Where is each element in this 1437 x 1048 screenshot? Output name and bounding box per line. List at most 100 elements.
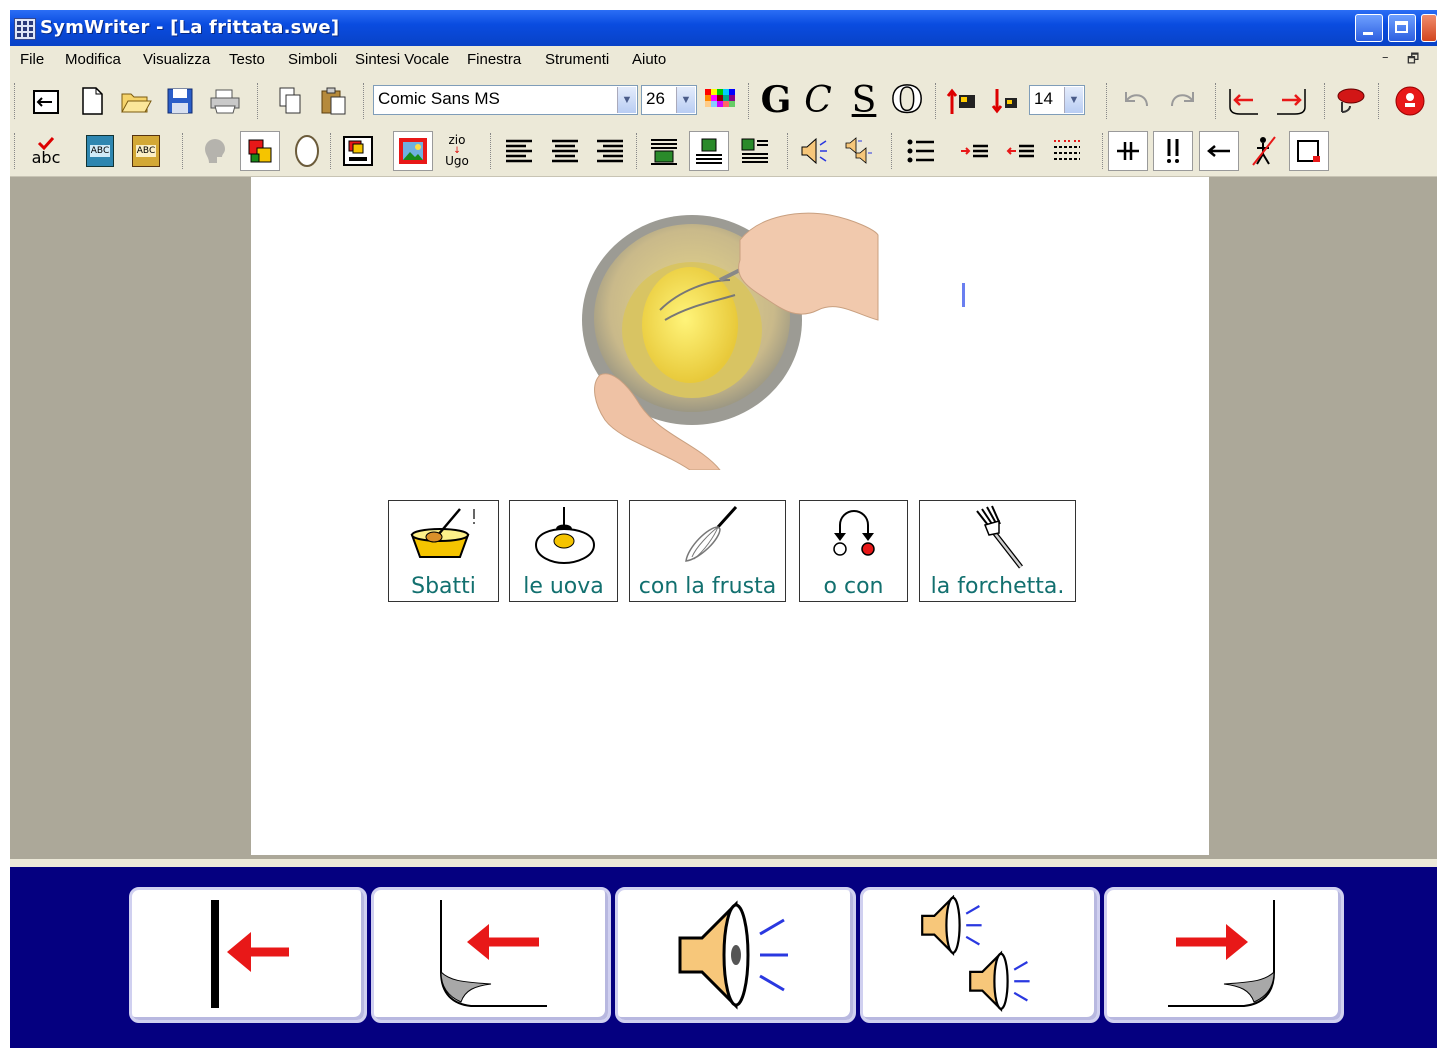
toolbar-grip[interactable] [14, 133, 18, 169]
menu-finestra[interactable]: Finestra [467, 51, 521, 68]
toolbar-grip[interactable] [1324, 83, 1328, 119]
menu-strumenti[interactable]: Strumenti [545, 51, 609, 68]
font-size-select[interactable]: 26 ▼ [641, 85, 697, 115]
toolbar-grip[interactable] [636, 133, 640, 169]
oval-frame-icon[interactable] [287, 131, 327, 171]
print-icon[interactable] [205, 81, 245, 121]
picture-icon [399, 138, 427, 164]
close-button[interactable] [1421, 14, 1437, 42]
numbered-list-icon[interactable] [1047, 131, 1087, 171]
exclamation-button[interactable] [1153, 131, 1193, 171]
decrease-symbol-size-icon[interactable] [987, 81, 1027, 121]
maximize-button[interactable] [1388, 14, 1416, 42]
outline-button[interactable]: O [887, 78, 927, 122]
chevron-down-icon[interactable]: ▼ [1064, 87, 1083, 113]
ugo-label: Ugo [445, 154, 469, 168]
whisking-eggs-photo[interactable] [580, 200, 880, 471]
frame-toggle-button[interactable] [1289, 131, 1329, 171]
menu-testo[interactable]: Testo [229, 51, 265, 68]
picture-right-icon[interactable] [735, 131, 775, 171]
toolbar-grip[interactable] [891, 133, 895, 169]
underline-button[interactable]: S [844, 80, 884, 121]
speak-word-icon[interactable] [795, 131, 835, 171]
go-to-start-button[interactable] [129, 887, 367, 1023]
symbol-cell-la-forchetta[interactable]: la forchetta. [919, 500, 1076, 602]
menu-sintesi-vocale[interactable]: Sintesi Vocale [355, 51, 449, 68]
speaking-head-icon[interactable] [195, 131, 235, 171]
symbol-cell-le-uova[interactable]: le uova [509, 500, 618, 602]
minimize-button[interactable] [1355, 14, 1383, 42]
or-icon [832, 510, 875, 556]
mdi-minimize-icon[interactable]: – [1382, 50, 1389, 65]
speak-sentence-icon[interactable] [840, 131, 880, 171]
exclamation-icon [1167, 139, 1179, 163]
align-center-icon[interactable] [545, 131, 585, 171]
text-case-button[interactable]: zio ↓ Ugo [437, 131, 477, 171]
toolbar-grip[interactable] [1215, 83, 1219, 119]
next-line-button[interactable] [1104, 887, 1344, 1023]
menu-file[interactable]: File [20, 51, 44, 68]
open-folder-icon[interactable] [116, 81, 156, 121]
symbol-dictionary-button[interactable]: ABC [80, 131, 120, 171]
toolbar-grip[interactable] [14, 83, 18, 119]
save-icon[interactable] [160, 81, 200, 121]
symbol-cell-sbatti[interactable]: Sbatti [388, 500, 499, 602]
back-arrow-button[interactable] [1199, 131, 1239, 171]
no-symbol-icon[interactable] [1244, 131, 1284, 171]
menu-visualizza[interactable]: Visualizza [143, 51, 210, 68]
next-line-icon[interactable] [1272, 81, 1312, 121]
symbol-color-button[interactable] [240, 131, 280, 171]
speak-button[interactable] [615, 887, 856, 1023]
menu-modifica[interactable]: Modifica [65, 51, 121, 68]
symbol-size-select[interactable]: 14 ▼ [1029, 85, 1085, 115]
app-icon[interactable] [14, 18, 36, 40]
previous-line-button[interactable] [371, 887, 611, 1023]
picture-frame-button[interactable] [393, 131, 433, 171]
toolbar-grip[interactable] [363, 83, 367, 119]
symbol-cell-con-la-frusta[interactable]: con la frusta [629, 500, 786, 602]
outdent-icon[interactable] [1001, 131, 1041, 171]
toolbar-grip[interactable] [1102, 133, 1106, 169]
toolbar-grip[interactable] [787, 133, 791, 169]
symbol-frame-icon[interactable] [338, 131, 378, 171]
symbol-cell-o-con[interactable]: o con [799, 500, 908, 602]
italic-button[interactable]: C [798, 80, 838, 121]
edit-mode-icon[interactable] [1390, 81, 1430, 121]
menu-aiuto[interactable]: Aiuto [632, 51, 666, 68]
toolbar-grip[interactable] [330, 133, 334, 169]
exit-icon[interactable] [26, 81, 66, 121]
chevron-down-icon[interactable]: ▼ [617, 87, 636, 113]
speech-bubble-icon[interactable] [1330, 81, 1370, 121]
font-name-select[interactable]: Comic Sans MS ▼ [373, 85, 638, 115]
new-document-icon[interactable] [72, 81, 112, 121]
picture-above-text-icon[interactable] [644, 131, 684, 171]
redo-icon[interactable] [1163, 81, 1203, 121]
increase-symbol-size-icon[interactable] [942, 81, 982, 121]
toolbar-grip[interactable] [1378, 83, 1382, 119]
wordlist-button[interactable]: ABC [126, 131, 166, 171]
picture-inline-button[interactable] [689, 131, 729, 171]
menu-simboli[interactable]: Simboli [288, 51, 337, 68]
toolbar-grip[interactable] [1106, 83, 1110, 119]
copy-icon[interactable] [270, 81, 310, 121]
panel-splitter[interactable] [10, 859, 1437, 867]
add-symbol-button[interactable] [1108, 131, 1148, 171]
toolbar-grip[interactable] [748, 83, 752, 119]
spellcheck-button[interactable]: abc [26, 131, 66, 171]
mdi-restore-icon[interactable]: 🗗 [1407, 50, 1419, 72]
color-palette-icon[interactable] [700, 81, 740, 121]
toolbar-grip[interactable] [935, 83, 939, 119]
align-left-icon[interactable] [499, 131, 539, 171]
toolbar-grip[interactable] [257, 83, 261, 119]
bullet-list-icon[interactable] [901, 131, 941, 171]
indent-icon[interactable] [955, 131, 995, 171]
paste-icon[interactable] [313, 81, 353, 121]
bold-button[interactable]: G [756, 79, 796, 121]
align-right-icon[interactable] [590, 131, 630, 171]
chevron-down-icon[interactable]: ▼ [676, 87, 695, 113]
undo-icon[interactable] [1116, 81, 1156, 121]
previous-line-icon[interactable] [1223, 81, 1263, 121]
speak-all-button[interactable] [860, 887, 1100, 1023]
toolbar-grip[interactable] [182, 133, 186, 169]
toolbar-grip[interactable] [490, 133, 494, 169]
